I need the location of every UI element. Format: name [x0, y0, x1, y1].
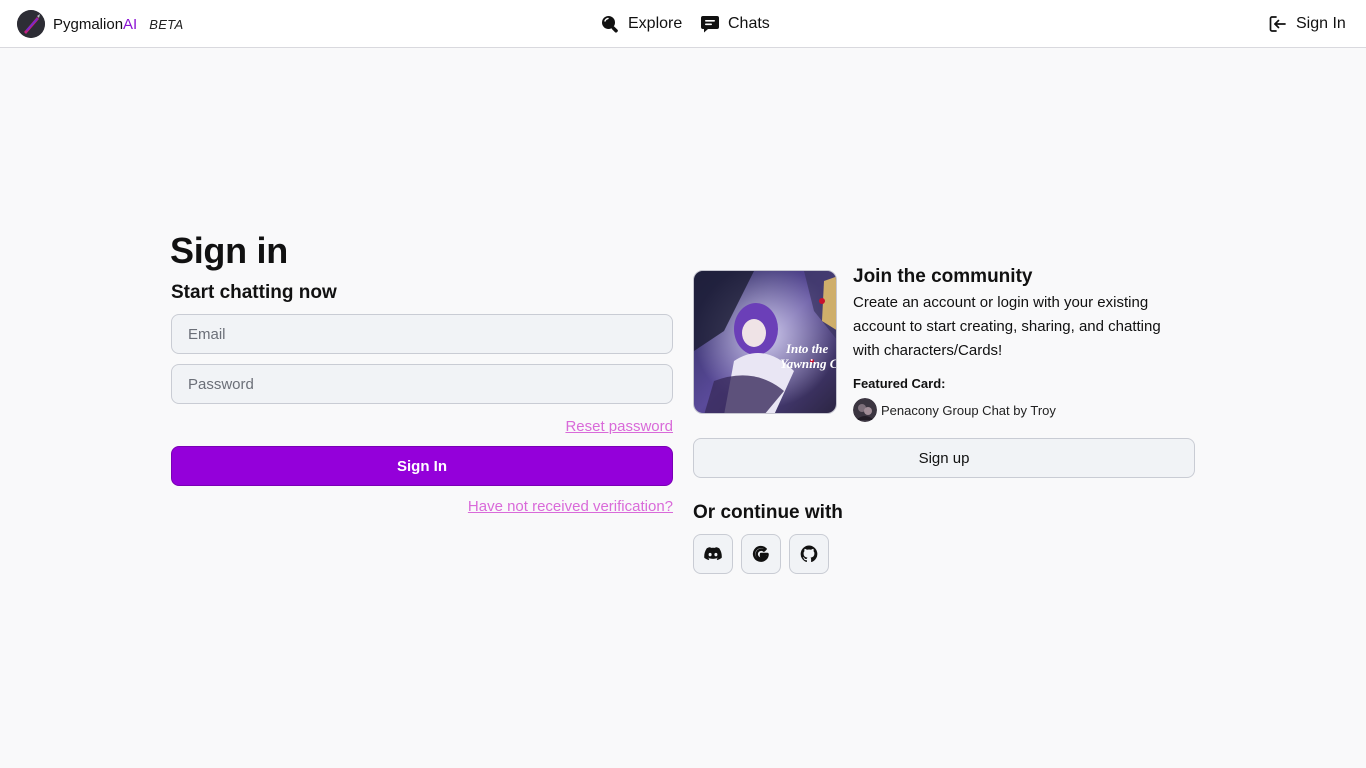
community-title: Join the community: [853, 266, 1033, 287]
page-title: Sign in: [170, 230, 288, 271]
discord-icon: [704, 547, 722, 561]
login-icon: [1269, 16, 1286, 32]
email-field[interactable]: [171, 314, 673, 354]
nav-chats[interactable]: Chats: [700, 12, 770, 36]
signin-subtitle: Start chatting now: [171, 282, 337, 303]
google-login-button[interactable]: [741, 534, 781, 574]
verification-link[interactable]: Have not received verification?: [468, 498, 673, 515]
svg-text:Yawning C: Yawning C: [780, 356, 837, 371]
beta-badge: BETA: [149, 16, 184, 32]
featured-card-name: Penacony Group Chat by Troy: [881, 402, 1056, 418]
featured-card-link[interactable]: Penacony Group Chat by Troy: [853, 398, 1056, 422]
github-icon: [800, 545, 818, 563]
google-icon: [752, 545, 769, 562]
community-description: Create an account or login with your exi…: [853, 294, 1161, 359]
discord-login-button[interactable]: [693, 534, 733, 574]
nav-chats-label: Chats: [728, 15, 770, 32]
featured-card-image[interactable]: Into the Yawning C: [693, 270, 837, 414]
password-field[interactable]: [171, 364, 673, 404]
nav-explore[interactable]: Explore: [600, 12, 682, 36]
chat-bubble-icon: [701, 16, 719, 33]
top-navbar: PygmalionAI BETA Explore Chats Sign In: [0, 0, 1366, 48]
github-login-button[interactable]: [789, 534, 829, 574]
brand-name: PygmalionAI: [53, 15, 138, 33]
nav-signin[interactable]: Sign In: [1268, 12, 1346, 36]
card-image-caption: Into the: [785, 341, 828, 356]
continue-with-title: Or continue with: [693, 502, 843, 523]
pygmalion-logo-icon: [17, 10, 45, 38]
reset-password-link[interactable]: Reset password: [565, 418, 673, 435]
signup-button[interactable]: Sign up: [693, 438, 1195, 478]
nav-explore-label: Explore: [628, 15, 683, 32]
signin-button[interactable]: Sign In: [171, 446, 673, 486]
search-icon: [602, 16, 618, 33]
brand-link[interactable]: PygmalionAI BETA: [17, 10, 183, 38]
nav-signin-label: Sign In: [1296, 15, 1346, 32]
avatar: [853, 398, 877, 422]
featured-card-label: Featured Card:: [853, 376, 946, 391]
